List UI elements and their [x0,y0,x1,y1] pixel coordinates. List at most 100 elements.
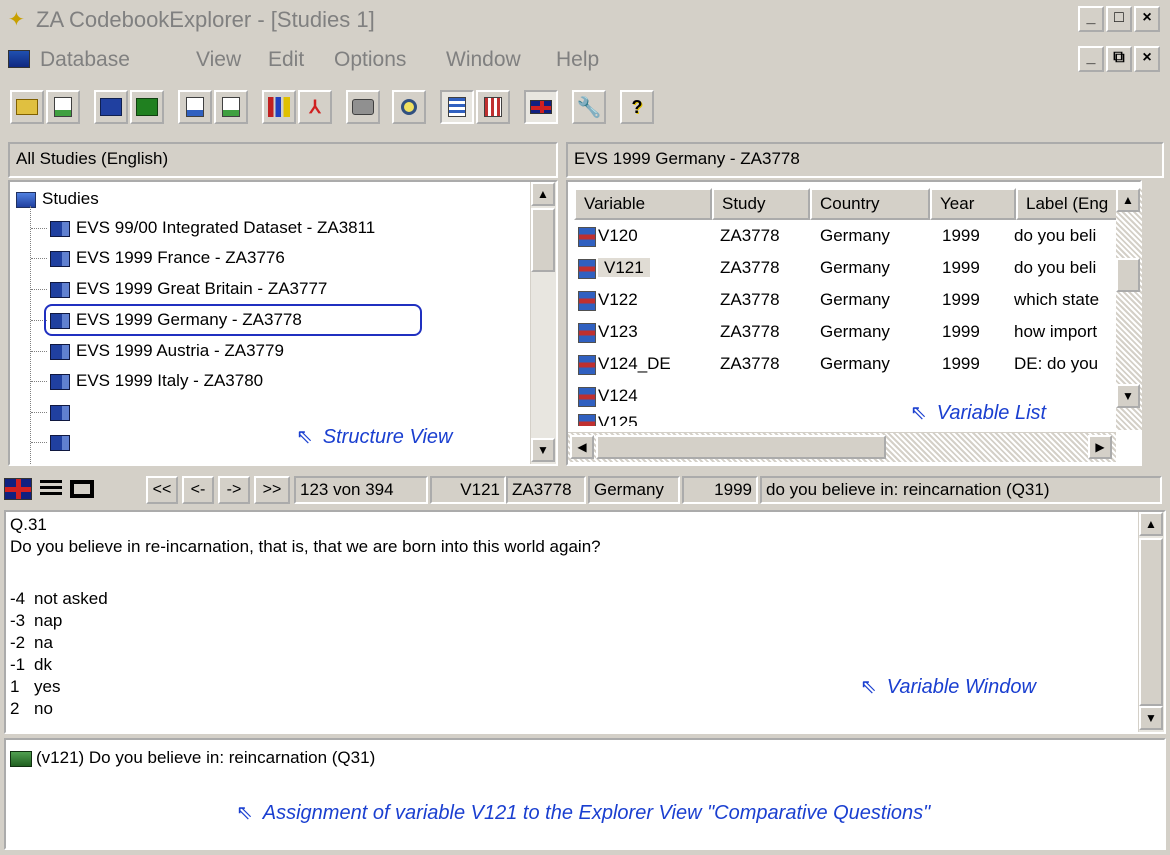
col-year[interactable]: Year [930,188,1016,220]
menu-edit[interactable]: Edit [268,40,304,80]
tree-item-label: EVS 1999 Great Britain - ZA3777 [76,279,328,298]
tree-branch [31,351,47,352]
scroll-thumb[interactable] [1116,258,1140,292]
tree-item-unnamed[interactable] [50,397,76,427]
scroll-down-button[interactable]: ▼ [1139,706,1163,730]
nav-country: Germany [588,476,680,504]
record-position: 123 von 394 [294,476,428,504]
report2-icon[interactable] [178,90,212,124]
scroll-down-button[interactable]: ▼ [1116,384,1140,408]
table-cell-country: Germany [820,322,890,341]
flag-uk-icon[interactable] [524,90,558,124]
flag-uk-icon[interactable] [4,478,32,500]
tree-branch [31,412,47,413]
window-controls: _ □ × [1078,6,1160,32]
open-folder-icon[interactable] [10,90,44,124]
variable-icon [578,354,596,375]
list-view-icon[interactable] [440,90,474,124]
variable-list-annotation: ⇖ Variable List [910,402,1047,424]
nav-year: 1999 [682,476,758,504]
scroll-up-button[interactable]: ▲ [1116,188,1140,212]
last-record-button[interactable]: >> [254,476,290,504]
close-button[interactable]: × [1134,6,1160,32]
minimize-button[interactable]: _ [1078,6,1104,32]
arrow-icon: ⇖ [910,402,927,424]
table-row-variable[interactable]: V124 [578,380,708,412]
code-row: 1 yes [10,677,61,696]
structure-view: Studies EVS 99/00 Integrated Dataset - Z… [8,180,558,466]
table-row-variable[interactable]: V120 [578,220,708,252]
horizontal-scrollbar[interactable]: ◀ ▶ [568,432,1116,462]
single-mode-icon[interactable] [70,480,94,498]
blue-book-icon[interactable] [94,90,128,124]
report3-icon[interactable] [214,90,248,124]
variable-list-scrollbar[interactable]: ▲ ▼ [1116,188,1142,430]
code-row: 2 no [10,699,53,718]
list-mode-icon[interactable] [40,480,62,498]
assignment-panel: (v121) Do you believe in: reincarnation … [4,738,1166,850]
search-icon[interactable] [392,90,426,124]
col-variable[interactable]: Variable [574,188,712,220]
mdi-close-button[interactable]: × [1134,46,1160,72]
scroll-left-button[interactable]: ◀ [570,435,594,459]
print-icon[interactable] [346,90,380,124]
col-country[interactable]: Country [810,188,930,220]
table-row-variable[interactable]: V123 [578,316,708,348]
menu-help[interactable]: Help [556,40,599,80]
variable-window-scrollbar[interactable]: ▲ ▼ [1138,512,1164,732]
scroll-thumb[interactable] [1139,538,1163,706]
structure-view-scrollbar[interactable]: ▲ ▼ [530,182,556,464]
table-row-variable[interactable]: V122 [578,284,708,316]
arrow-icon: ⇖ [860,676,877,698]
maximize-button[interactable]: □ [1106,6,1132,32]
prev-record-button[interactable]: <- [182,476,214,504]
first-record-button[interactable]: << [146,476,178,504]
scroll-up-button[interactable]: ▲ [1139,512,1163,536]
menu-database[interactable]: Database [40,40,130,80]
mdi-restore-button[interactable]: ⧉ [1106,46,1132,72]
mdi-minimize-button[interactable]: _ [1078,46,1104,72]
report-icon[interactable] [46,90,80,124]
tree-item-za3811[interactable]: EVS 99/00 Integrated Dataset - ZA3811 [50,213,375,243]
document-icon [8,50,30,68]
window-title: ZA CodebookExplorer - [Studies 1] [36,7,375,32]
help-icon[interactable]: ? [620,90,654,124]
table-row-variable-selected[interactable]: V121 [578,252,708,284]
tree-branch [31,228,47,229]
col-label[interactable]: Label (Eng [1016,188,1120,220]
green-book-icon [10,750,32,767]
green-book-icon[interactable] [130,90,164,124]
variable-window: Q.31 Do you believe in re-incarnation, t… [4,510,1166,734]
table-row-variable[interactable]: V124_DE [578,348,708,380]
scroll-thumb[interactable] [531,208,555,272]
menu-window[interactable]: Window [446,40,521,80]
study-icon [50,373,70,390]
settings-icon[interactable]: 🔧 [572,90,606,124]
next-record-button[interactable]: -> [218,476,250,504]
scroll-right-button[interactable]: ▶ [1088,435,1112,459]
tree-item-unnamed[interactable] [50,427,76,457]
col-study[interactable]: Study [712,188,810,220]
pdf-icon[interactable]: ⅄ [298,90,332,124]
grid-view-icon[interactable] [476,90,510,124]
tree-branch [31,258,47,259]
table-row-variable[interactable]: V125 [578,410,708,426]
table-cell-study: ZA3778 [720,258,780,277]
study-icon [50,220,70,237]
tree-item-za3780[interactable]: EVS 1999 Italy - ZA3780 [50,366,263,396]
tree-item-za3779[interactable]: EVS 1999 Austria - ZA3779 [50,336,284,366]
tree-branch [31,442,47,443]
chart-icon[interactable] [262,90,296,124]
tree-root-studies[interactable]: Studies [16,184,99,214]
assignment-entry[interactable]: (v121) Do you believe in: reincarnation … [10,746,375,770]
scroll-thumb-h[interactable] [596,435,886,459]
scroll-up-button[interactable]: ▲ [531,182,555,206]
menu-view[interactable]: View [196,40,241,80]
app-logo-icon: ✦ [8,9,25,31]
table-cell-year: 1999 [942,290,980,309]
tree-item-za3776[interactable]: EVS 1999 France - ZA3776 [50,243,285,273]
table-cell-study: ZA3778 [720,354,780,373]
menu-options[interactable]: Options [334,40,406,80]
scroll-down-button[interactable]: ▼ [531,438,555,462]
tree-item-za3777[interactable]: EVS 1999 Great Britain - ZA3777 [50,274,327,304]
